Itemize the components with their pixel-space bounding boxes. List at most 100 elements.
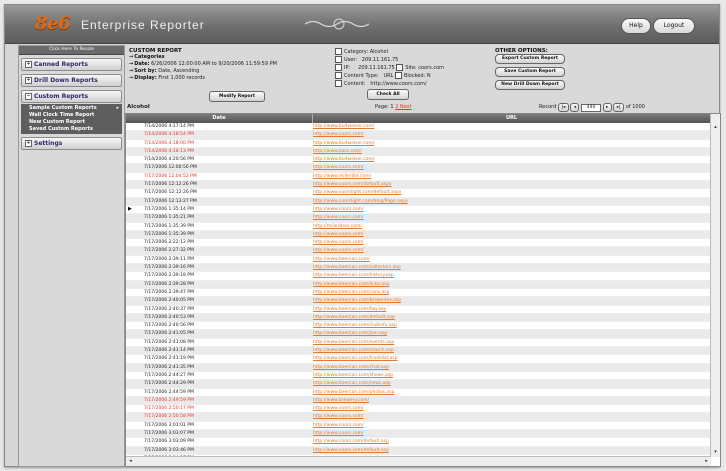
column-header-url[interactable]: URL: [313, 114, 710, 123]
table-row[interactable]: 7/17/2006 1:35:39 PM http://www.coors.com…: [126, 230, 710, 240]
scroll-right-icon[interactable]: ▸: [703, 458, 710, 465]
cell-url-link[interactable]: http://www.beercan.com/collectors.asp: [313, 264, 710, 271]
cell-url-link[interactable]: http://www.beercan.com/clubinfo.asp: [313, 322, 710, 329]
table-row[interactable]: 7/17/2006 2:41:05 PM http://www.beercan.c…: [126, 330, 710, 339]
checkbox-icon[interactable]: [394, 72, 402, 79]
table-row[interactable]: 7/14/2006 4:18:54 PM http://www.coors.com…: [126, 131, 710, 140]
table-row[interactable]: 7/14/2006 4:20:56 PM http://www.budweiser…: [126, 156, 710, 165]
cell-url-link[interactable]: http://www.beercan.com/photos.asp: [313, 389, 710, 396]
table-row[interactable]: 7/17/2006 2:44:29 PM http://www.beercan.c…: [126, 380, 710, 389]
table-row[interactable]: 7/17/2006 2:40:05 PM http://www.beercan.c…: [126, 297, 710, 306]
sidebar-item-custom-reports[interactable]: − Custom Reports: [21, 90, 122, 103]
logout-button[interactable]: Logout: [653, 18, 695, 34]
submenu-item-saved-custom-reports[interactable]: Saved Custom Reports: [21, 126, 122, 133]
cell-url-link[interactable]: http://www.coors.com/: [313, 239, 710, 246]
cell-url-link[interactable]: http://www.millerlite.com/: [313, 173, 710, 180]
table-row[interactable]: 7/17/2006 12:13:27 PM http://www.coorslig…: [126, 197, 710, 206]
table-row[interactable]: 7/17/2006 2:27:32 PM http://www.coors.com…: [126, 247, 710, 256]
modify-report-button[interactable]: Modify Report: [209, 91, 265, 102]
vertical-scrollbar[interactable]: ▴ ▾: [710, 114, 720, 457]
export-report-button[interactable]: Export Custom Report: [495, 54, 565, 64]
table-row[interactable]: 7/17/2006 12:04:52 PM http://www.millerli…: [126, 173, 710, 182]
help-button[interactable]: Help: [621, 18, 651, 34]
submenu-item-wall-clock-time[interactable]: Wall Clock Time Report: [21, 112, 122, 119]
table-row[interactable]: 7/17/2006 2:50:58 PM http://www.coors.com…: [126, 413, 710, 422]
cell-url-link[interactable]: http://www.beercan.com/news.asp: [313, 380, 710, 387]
cell-url-link[interactable]: http://www.beercan.com/faq.asp: [313, 306, 710, 313]
table-row[interactable]: 7/17/2006 2:40:53 PM http://www.beercan.c…: [126, 313, 710, 323]
cell-url-link[interactable]: http://www.bass.com/: [313, 148, 710, 155]
table-row[interactable]: 7/17/2006 1:35:21 PM http://www.coors.com…: [126, 214, 710, 223]
submenu-item-new-custom-report[interactable]: New Custom Report: [21, 119, 122, 126]
checkbox-icon[interactable]: [335, 56, 342, 63]
table-row[interactable]: 7/17/2006 12:12:26 PM http://www.coors.co…: [126, 181, 710, 190]
cell-url-link[interactable]: http://millerbeer.com/: [313, 223, 710, 230]
table-row[interactable]: 7/14/2006 4:18:00 PM http://www.budweiser…: [126, 140, 710, 148]
check-all-button[interactable]: Check All: [367, 89, 409, 100]
filter-category[interactable]: Category: Alcohol: [335, 48, 485, 56]
table-row[interactable]: 7/17/2006 2:40:56 PM http://www.beercan.c…: [126, 322, 710, 331]
cell-url-link[interactable]: http://www.beercan.com/shows.asp: [313, 372, 710, 379]
cell-url-link[interactable]: http://www.beercan.com/chat.asp: [313, 364, 710, 371]
table-row[interactable]: 7/17/2006 2:50:17 PM http://www.coors.com…: [126, 405, 710, 414]
filter-user[interactable]: User: 209.11.161.75: [335, 56, 485, 64]
checkbox-icon[interactable]: [396, 64, 404, 71]
cell-url-link[interactable]: http://www.beercan.com/: [313, 256, 710, 263]
table-row[interactable]: 7/17/2006 2:39:11 PM http://www.beercan.c…: [126, 256, 710, 265]
table-row[interactable]: 7/17/2006 2:39:18 PM http://www.beercan.c…: [126, 272, 710, 281]
cell-url-link[interactable]: http://www.coors.com/: [313, 413, 710, 420]
checkbox-icon[interactable]: [335, 80, 342, 87]
categories-link[interactable]: →Categories: [129, 54, 329, 61]
next-page-link[interactable]: 2 Next: [395, 104, 411, 110]
table-row[interactable]: 7/17/2006 3:03:09 PM http://www.coors.com…: [126, 438, 710, 447]
cell-url-link[interactable]: http://www.coors.com/default.asp: [313, 438, 710, 445]
cell-url-link[interactable]: http://www.beercan.com/default.asp: [313, 314, 710, 321]
table-row[interactable]: 7/17/2006 1:35:39 PM http://millerbeer.co…: [126, 223, 710, 231]
table-row[interactable]: 7/17/2006 2:39:47 PM http://www.beercan.c…: [126, 289, 710, 298]
cell-url-link[interactable]: http://www.coors.com/: [313, 430, 710, 437]
scroll-down-icon[interactable]: ▾: [712, 449, 719, 456]
table-row[interactable]: 7/17/2006 2:41:35 PM http://www.beercan.c…: [126, 363, 710, 372]
cell-url-link[interactable]: http://www.budweiser.com/: [313, 156, 710, 163]
next-record-button[interactable]: ▸: [602, 103, 612, 112]
sidebar-item-settings[interactable]: + Settings: [21, 137, 122, 150]
cell-url-link[interactable]: http://www.budweiser.com/: [313, 140, 710, 147]
cell-url-link[interactable]: http://www.coors.com/default.asp: [313, 447, 710, 454]
new-drill-down-button[interactable]: New Drill Down Report: [495, 80, 565, 90]
prev-record-button[interactable]: ◂: [570, 103, 580, 112]
submenu-item-sample-custom-reports[interactable]: Sample Custom Reports ▸: [21, 105, 122, 112]
table-row[interactable]: 7/17/2006 2:41:19 PM http://www.beercan.c…: [126, 355, 710, 364]
scroll-left-icon[interactable]: ◂: [127, 458, 134, 465]
cell-url-link[interactable]: http://www.coors.com/: [313, 405, 710, 412]
table-row[interactable]: 7/17/2006 3:03:46 PM http://www.coors.com…: [126, 446, 710, 455]
cell-url-link[interactable]: http://www.coors.com/: [313, 214, 710, 221]
cell-url-link[interactable]: http://www.coors.com/: [313, 247, 710, 254]
cell-url-link[interactable]: http://www.beercan.com/tradelist.asp: [313, 355, 710, 362]
cell-url-link[interactable]: http://www.coorslight.com/default.aspx: [313, 189, 710, 196]
record-input[interactable]: 440: [581, 104, 602, 112]
cell-url-link[interactable]: http://www.coors.com/default.aspx: [313, 181, 710, 188]
cell-url-link[interactable]: http://www.coors.com/: [313, 164, 710, 171]
table-row[interactable]: 7/17/2006 2:41:14 PM http://www.beercan.c…: [126, 347, 710, 356]
table-row[interactable]: 7/17/2006 2:44:59 PM http://www.beercan.c…: [126, 389, 710, 397]
cell-url-link[interactable]: http://www.budweiser.com/: [313, 123, 710, 130]
checkbox-icon[interactable]: [335, 64, 342, 71]
table-row[interactable]: 7/17/2006 2:49:59 PM http://www.brewery.c…: [126, 396, 710, 406]
cell-url-link[interactable]: http://www.beercan.com/breweries.asp: [313, 297, 710, 304]
cell-url-link[interactable]: http://www.coors.com/: [313, 131, 710, 138]
first-record-button[interactable]: |◂: [557, 103, 569, 112]
filter-ip[interactable]: IP: 209.11.161.75 Site: coors.com: [335, 64, 485, 72]
cell-url-link[interactable]: http://www.coors.com/: [313, 231, 710, 238]
table-row[interactable]: 7/17/2006 2:39:16 PM http://www.beercan.c…: [126, 264, 710, 273]
table-row[interactable]: 7/17/2006 12:00:56 PM http://www.coors.co…: [126, 164, 710, 173]
column-header-date[interactable]: Date: [126, 114, 313, 123]
horizontal-scrollbar[interactable]: ◂ ▸: [126, 456, 711, 466]
sidebar-item-canned-reports[interactable]: + Canned Reports: [21, 58, 122, 71]
sidebar-item-drill-down-reports[interactable]: + Drill Down Reports: [21, 74, 122, 87]
cell-url-link[interactable]: http://www.coorslight.com/blog/Page.aspx: [313, 198, 710, 205]
cell-url-link[interactable]: http://www.beercan.com/cans.asp: [313, 289, 710, 296]
cell-url-link[interactable]: http://www.beercan.com/search.asp: [313, 347, 710, 354]
checkbox-icon[interactable]: [335, 72, 342, 79]
cell-url-link[interactable]: http://www.beercan.com/events.asp: [313, 339, 710, 346]
table-row[interactable]: 7/17/2006 2:40:37 PM http://www.beercan.c…: [126, 306, 710, 314]
